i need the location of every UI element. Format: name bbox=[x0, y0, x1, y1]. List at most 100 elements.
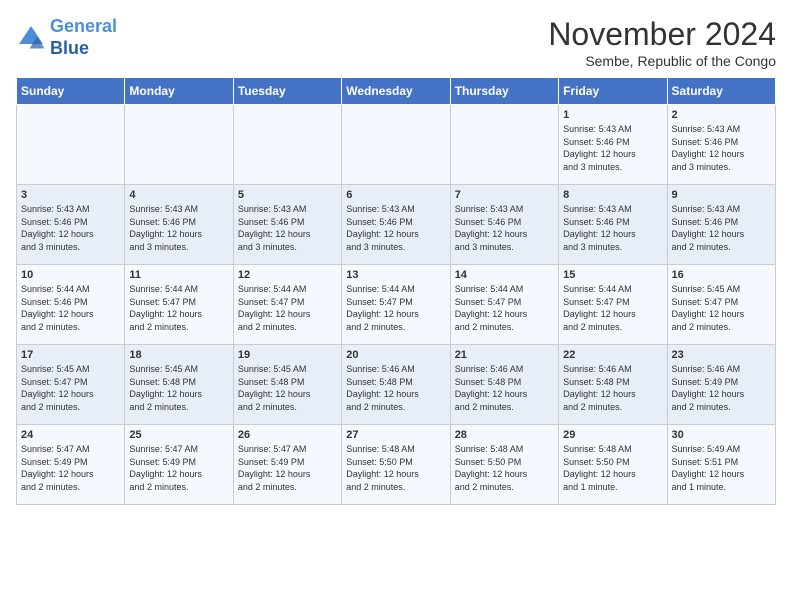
day-number: 29 bbox=[563, 429, 662, 441]
day-number: 16 bbox=[672, 269, 771, 281]
col-friday: Friday bbox=[559, 78, 667, 105]
day-info: Sunrise: 5:45 AM Sunset: 5:47 PM Dayligh… bbox=[21, 363, 120, 413]
day-info: Sunrise: 5:47 AM Sunset: 5:49 PM Dayligh… bbox=[238, 443, 337, 493]
calendar-cell: 11Sunrise: 5:44 AM Sunset: 5:47 PM Dayli… bbox=[125, 265, 233, 345]
page-header: General Blue November 2024 Sembe, Republ… bbox=[16, 16, 776, 69]
day-number: 26 bbox=[238, 429, 337, 441]
logo: General Blue bbox=[16, 16, 117, 59]
calendar-cell: 1Sunrise: 5:43 AM Sunset: 5:46 PM Daylig… bbox=[559, 105, 667, 185]
calendar-cell: 30 Sunrise: 5:49 AM Sunset: 5:51 PM Dayli… bbox=[667, 425, 775, 505]
calendar-cell: 6Sunrise: 5:43 AM Sunset: 5:46 PM Daylig… bbox=[342, 185, 450, 265]
day-info: Sunrise: 5:43 AM Sunset: 5:46 PM Dayligh… bbox=[563, 123, 662, 173]
logo-text-line1: General bbox=[50, 16, 117, 38]
week-row-5: 24 Sunrise: 5:47 AM Sunset: 5:49 PM Dayli… bbox=[17, 425, 776, 505]
calendar-cell: 20 Sunrise: 5:46 AM Sunset: 5:48 PM Dayli… bbox=[342, 345, 450, 425]
calendar-cell: 29 Sunrise: 5:48 AM Sunset: 5:50 PM Dayli… bbox=[559, 425, 667, 505]
day-info: Sunrise: 5:44 AM Sunset: 5:47 PM Dayligh… bbox=[238, 283, 337, 333]
calendar-cell: 3 Sunrise: 5:43 AM Sunset: 5:46 PM Daylig… bbox=[17, 185, 125, 265]
day-info: Sunrise: 5:44 AM Sunset: 5:46 PM Dayligh… bbox=[21, 283, 120, 333]
calendar-cell: 22 Sunrise: 5:46 AM Sunset: 5:48 PM Dayli… bbox=[559, 345, 667, 425]
week-row-3: 10 Sunrise: 5:44 AM Sunset: 5:46 PM Dayli… bbox=[17, 265, 776, 345]
day-info: Sunrise: 5:49 AM Sunset: 5:51 PM Dayligh… bbox=[672, 443, 771, 493]
calendar-cell: 13 Sunrise: 5:44 AM Sunset: 5:47 PM Dayli… bbox=[342, 265, 450, 345]
calendar-cell bbox=[125, 105, 233, 185]
calendar-cell: 5 Sunrise: 5:43 AM Sunset: 5:46 PM Daylig… bbox=[233, 185, 341, 265]
day-number: 21 bbox=[455, 349, 554, 361]
month-title: November 2024 bbox=[548, 16, 776, 53]
day-number: 8 bbox=[563, 189, 662, 201]
location-subtitle: Sembe, Republic of the Congo bbox=[548, 53, 776, 69]
calendar-cell: 16Sunrise: 5:45 AM Sunset: 5:47 PM Dayli… bbox=[667, 265, 775, 345]
week-row-4: 17 Sunrise: 5:45 AM Sunset: 5:47 PM Dayli… bbox=[17, 345, 776, 425]
calendar-cell: 4 Sunrise: 5:43 AM Sunset: 5:46 PM Daylig… bbox=[125, 185, 233, 265]
day-info: Sunrise: 5:47 AM Sunset: 5:49 PM Dayligh… bbox=[21, 443, 120, 493]
day-info: Sunrise: 5:44 AM Sunset: 5:47 PM Dayligh… bbox=[563, 283, 662, 333]
calendar-cell: 26 Sunrise: 5:47 AM Sunset: 5:49 PM Dayli… bbox=[233, 425, 341, 505]
week-row-2: 3 Sunrise: 5:43 AM Sunset: 5:46 PM Daylig… bbox=[17, 185, 776, 265]
day-info: Sunrise: 5:48 AM Sunset: 5:50 PM Dayligh… bbox=[455, 443, 554, 493]
day-number: 24 bbox=[21, 429, 120, 441]
day-number: 14 bbox=[455, 269, 554, 281]
day-info: Sunrise: 5:46 AM Sunset: 5:49 PM Dayligh… bbox=[672, 363, 771, 413]
calendar-cell bbox=[17, 105, 125, 185]
day-number: 2 bbox=[672, 109, 771, 121]
calendar-cell: 12Sunrise: 5:44 AM Sunset: 5:47 PM Dayli… bbox=[233, 265, 341, 345]
week-row-1: 1Sunrise: 5:43 AM Sunset: 5:46 PM Daylig… bbox=[17, 105, 776, 185]
day-number: 23 bbox=[672, 349, 771, 361]
day-number: 9 bbox=[672, 189, 771, 201]
day-info: Sunrise: 5:43 AM Sunset: 5:46 PM Dayligh… bbox=[129, 203, 228, 253]
day-number: 5 bbox=[238, 189, 337, 201]
day-number: 28 bbox=[455, 429, 554, 441]
day-info: Sunrise: 5:43 AM Sunset: 5:46 PM Dayligh… bbox=[563, 203, 662, 253]
calendar-cell: 23 Sunrise: 5:46 AM Sunset: 5:49 PM Dayli… bbox=[667, 345, 775, 425]
day-info: Sunrise: 5:44 AM Sunset: 5:47 PM Dayligh… bbox=[129, 283, 228, 333]
day-info: Sunrise: 5:45 AM Sunset: 5:48 PM Dayligh… bbox=[238, 363, 337, 413]
col-saturday: Saturday bbox=[667, 78, 775, 105]
day-number: 18 bbox=[129, 349, 228, 361]
day-number: 30 bbox=[672, 429, 771, 441]
calendar-table: Sunday Monday Tuesday Wednesday Thursday… bbox=[16, 77, 776, 505]
day-info: Sunrise: 5:44 AM Sunset: 5:47 PM Dayligh… bbox=[346, 283, 445, 333]
day-number: 20 bbox=[346, 349, 445, 361]
col-sunday: Sunday bbox=[17, 78, 125, 105]
calendar-cell bbox=[342, 105, 450, 185]
title-block: November 2024 Sembe, Republic of the Con… bbox=[548, 16, 776, 69]
calendar-cell: 8 Sunrise: 5:43 AM Sunset: 5:46 PM Daylig… bbox=[559, 185, 667, 265]
day-number: 3 bbox=[21, 189, 120, 201]
day-info: Sunrise: 5:48 AM Sunset: 5:50 PM Dayligh… bbox=[346, 443, 445, 493]
calendar-cell: 24 Sunrise: 5:47 AM Sunset: 5:49 PM Dayli… bbox=[17, 425, 125, 505]
calendar-cell: 19 Sunrise: 5:45 AM Sunset: 5:48 PM Dayli… bbox=[233, 345, 341, 425]
day-number: 19 bbox=[238, 349, 337, 361]
day-info: Sunrise: 5:43 AM Sunset: 5:46 PM Dayligh… bbox=[238, 203, 337, 253]
calendar-cell: 18Sunrise: 5:45 AM Sunset: 5:48 PM Dayli… bbox=[125, 345, 233, 425]
day-number: 22 bbox=[563, 349, 662, 361]
day-number: 10 bbox=[21, 269, 120, 281]
day-info: Sunrise: 5:46 AM Sunset: 5:48 PM Dayligh… bbox=[563, 363, 662, 413]
day-info: Sunrise: 5:46 AM Sunset: 5:48 PM Dayligh… bbox=[455, 363, 554, 413]
calendar-cell: 14 Sunrise: 5:44 AM Sunset: 5:47 PM Dayli… bbox=[450, 265, 558, 345]
logo-icon bbox=[16, 23, 46, 53]
day-number: 25 bbox=[129, 429, 228, 441]
calendar-cell: 17 Sunrise: 5:45 AM Sunset: 5:47 PM Dayli… bbox=[17, 345, 125, 425]
day-info: Sunrise: 5:43 AM Sunset: 5:46 PM Dayligh… bbox=[672, 203, 771, 253]
day-info: Sunrise: 5:44 AM Sunset: 5:47 PM Dayligh… bbox=[455, 283, 554, 333]
day-info: Sunrise: 5:43 AM Sunset: 5:46 PM Dayligh… bbox=[672, 123, 771, 173]
day-info: Sunrise: 5:43 AM Sunset: 5:46 PM Dayligh… bbox=[455, 203, 554, 253]
day-number: 17 bbox=[21, 349, 120, 361]
col-wednesday: Wednesday bbox=[342, 78, 450, 105]
calendar-cell: 27 Sunrise: 5:48 AM Sunset: 5:50 PM Dayli… bbox=[342, 425, 450, 505]
day-number: 13 bbox=[346, 269, 445, 281]
col-thursday: Thursday bbox=[450, 78, 558, 105]
calendar-cell: 9 Sunrise: 5:43 AM Sunset: 5:46 PM Daylig… bbox=[667, 185, 775, 265]
calendar-cell bbox=[233, 105, 341, 185]
col-tuesday: Tuesday bbox=[233, 78, 341, 105]
calendar-cell: 2 Sunrise: 5:43 AM Sunset: 5:46 PM Daylig… bbox=[667, 105, 775, 185]
day-number: 4 bbox=[129, 189, 228, 201]
day-info: Sunrise: 5:43 AM Sunset: 5:46 PM Dayligh… bbox=[21, 203, 120, 253]
logo-text-line2: Blue bbox=[50, 38, 117, 60]
day-info: Sunrise: 5:46 AM Sunset: 5:48 PM Dayligh… bbox=[346, 363, 445, 413]
calendar-cell: 7Sunrise: 5:43 AM Sunset: 5:46 PM Daylig… bbox=[450, 185, 558, 265]
day-number: 27 bbox=[346, 429, 445, 441]
day-info: Sunrise: 5:48 AM Sunset: 5:50 PM Dayligh… bbox=[563, 443, 662, 493]
col-monday: Monday bbox=[125, 78, 233, 105]
